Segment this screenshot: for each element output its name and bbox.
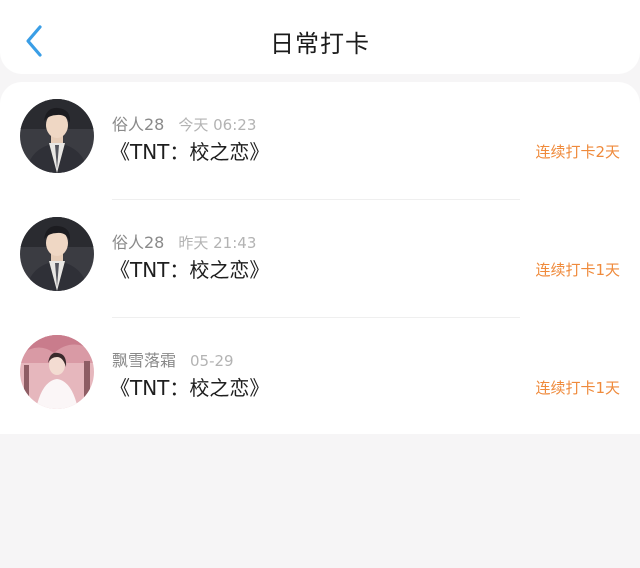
checkin-time: 05-29 (190, 352, 234, 370)
avatar[interactable] (20, 217, 94, 291)
username[interactable]: 飘雪落霜 (112, 351, 176, 370)
checkin-time: 昨天 21:43 (178, 234, 257, 252)
username[interactable]: 俗人28 (112, 233, 164, 252)
header-bar: 日常打卡 (0, 0, 640, 74)
book-title[interactable]: 《TNT：校之恋》 (110, 372, 269, 401)
avatar-icon (20, 335, 94, 409)
avatar-icon (20, 217, 94, 291)
checkin-row[interactable]: 俗人28 昨天 21:43 《TNT：校之恋》 连续打卡1天 (0, 200, 640, 318)
book-title[interactable]: 《TNT：校之恋》 (110, 136, 269, 165)
avatar[interactable] (20, 335, 94, 409)
checkin-row[interactable]: 俗人28 今天 06:23 《TNT：校之恋》 连续打卡2天 (0, 82, 640, 200)
checkin-meta: 俗人28 昨天 21:43 (112, 229, 256, 253)
book-title[interactable]: 《TNT：校之恋》 (110, 254, 269, 283)
streak-label: 连续打卡1天 (535, 261, 620, 279)
username[interactable]: 俗人28 (112, 115, 164, 134)
streak-label: 连续打卡1天 (535, 379, 620, 397)
checkin-time: 今天 06:23 (178, 116, 257, 134)
checkin-list: 俗人28 今天 06:23 《TNT：校之恋》 连续打卡2天 俗人28 昨天 21:… (0, 82, 640, 434)
checkin-row[interactable]: 飘雪落霜 05-29 《TNT：校之恋》 连续打卡1天 (0, 318, 640, 436)
checkin-meta: 飘雪落霜 05-29 (112, 347, 234, 371)
streak-label: 连续打卡2天 (535, 143, 620, 161)
checkin-meta: 俗人28 今天 06:23 (112, 111, 256, 135)
page-title: 日常打卡 (270, 30, 370, 58)
avatar-icon (20, 99, 94, 173)
avatar[interactable] (20, 99, 94, 173)
